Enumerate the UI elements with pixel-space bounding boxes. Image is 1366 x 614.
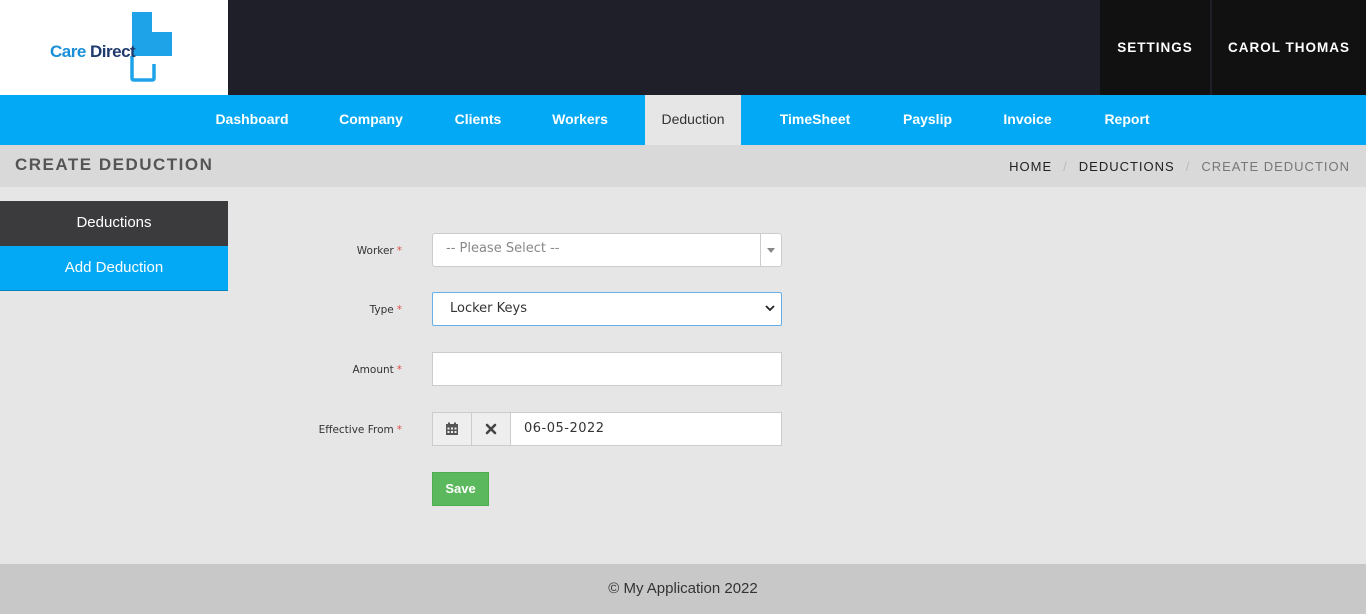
- nav-item-clients[interactable]: Clients: [443, 95, 513, 145]
- dropdown-arrow-icon[interactable]: [760, 234, 781, 266]
- logo-text-part2: Direct: [90, 42, 136, 61]
- breadcrumb-home[interactable]: HOME: [1009, 159, 1052, 174]
- settings-link[interactable]: SETTINGS: [1100, 0, 1210, 95]
- breadcrumb: HOME / DEDUCTIONS / CREATE DEDUCTION: [1009, 159, 1350, 174]
- clear-icon: [485, 423, 497, 435]
- worker-label: Worker *: [0, 245, 402, 257]
- effective-from-label-text: Effective From: [318, 424, 394, 436]
- logo-text-part1: Care: [50, 42, 91, 61]
- nav-item-company[interactable]: Company: [326, 95, 416, 145]
- type-label: Type *: [0, 304, 402, 316]
- chevron-down-icon: [765, 305, 775, 312]
- sidebar-header: Deductions: [0, 201, 228, 246]
- breadcrumb-deductions[interactable]: DEDUCTIONS: [1079, 159, 1175, 174]
- effective-from-label: Effective From *: [0, 424, 402, 436]
- top-header: Care Direct SETTINGS CAROL THOMAS: [0, 0, 1366, 95]
- type-select-value: Locker Keys: [450, 301, 527, 316]
- effective-from-value: 06-05-2022: [524, 421, 605, 436]
- nav-item-dashboard[interactable]: Dashboard: [203, 95, 301, 145]
- page-header: CREATE DEDUCTION HOME / DEDUCTIONS / CRE…: [0, 145, 1366, 187]
- worker-select[interactable]: -- Please Select --: [432, 233, 782, 267]
- worker-select-placeholder: -- Please Select --: [446, 241, 560, 256]
- nav-item-payslip[interactable]: Payslip: [890, 95, 965, 145]
- logo-cross-icon: [130, 12, 172, 82]
- required-marker: *: [396, 364, 402, 376]
- main-nav: Dashboard Company Clients Workers Deduct…: [0, 95, 1366, 145]
- save-button[interactable]: Save: [432, 472, 489, 506]
- amount-label: Amount *: [0, 364, 402, 376]
- nav-item-report[interactable]: Report: [1090, 95, 1164, 145]
- calendar-icon: [446, 422, 458, 435]
- type-select[interactable]: Locker Keys: [432, 292, 782, 326]
- user-menu-link[interactable]: CAROL THOMAS: [1212, 0, 1366, 95]
- amount-input[interactable]: [432, 352, 782, 386]
- type-label-text: Type: [369, 304, 394, 316]
- clear-date-button[interactable]: [471, 412, 511, 446]
- calendar-button[interactable]: [432, 412, 472, 446]
- breadcrumb-separator: /: [1185, 159, 1191, 174]
- breadcrumb-current: CREATE DEDUCTION: [1201, 159, 1350, 174]
- required-marker: *: [396, 304, 402, 316]
- required-marker: *: [396, 424, 402, 436]
- nav-item-workers[interactable]: Workers: [540, 95, 620, 145]
- footer: © My Application 2022: [0, 564, 1366, 614]
- effective-from-datepicker: 06-05-2022: [432, 412, 782, 446]
- worker-label-text: Worker: [356, 245, 394, 257]
- effective-from-input[interactable]: 06-05-2022: [510, 412, 782, 446]
- logo[interactable]: Care Direct: [0, 0, 228, 95]
- nav-item-timesheet[interactable]: TimeSheet: [765, 95, 865, 145]
- footer-text: © My Application 2022: [608, 580, 758, 597]
- amount-label-text: Amount: [352, 364, 394, 376]
- breadcrumb-separator: /: [1063, 159, 1068, 174]
- required-marker: *: [396, 245, 402, 257]
- top-nav: SETTINGS CAROL THOMAS: [1100, 0, 1366, 95]
- nav-item-invoice[interactable]: Invoice: [990, 95, 1065, 145]
- page-title: CREATE DEDUCTION: [15, 155, 214, 174]
- nav-item-deduction[interactable]: Deduction: [645, 95, 741, 145]
- logo-text: Care Direct: [50, 42, 136, 62]
